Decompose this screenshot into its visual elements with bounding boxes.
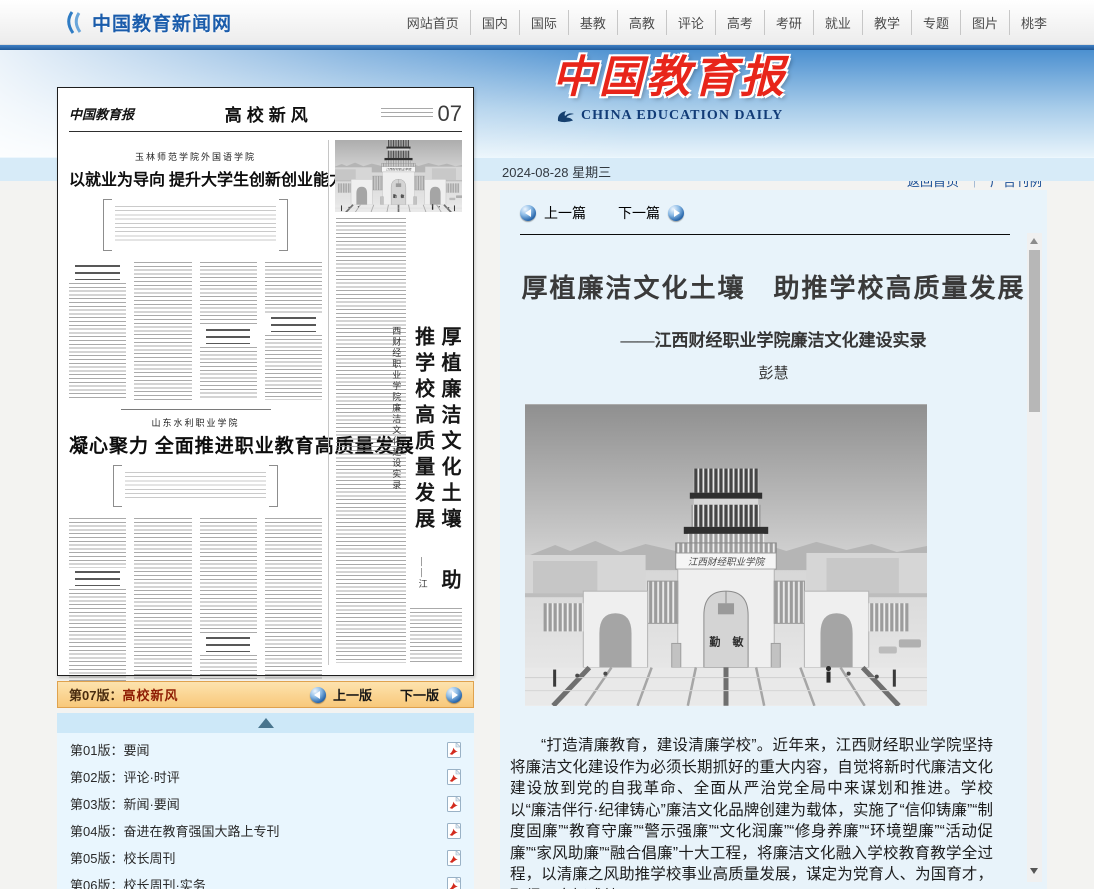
edition-label[interactable]: 第03版：新闻·要闻 <box>70 794 180 813</box>
site-nav: 网站首页国内国际基教高教评论高考考研就业教学专题图片桃李 <box>396 0 1058 45</box>
nav-item[interactable]: 专题 <box>911 10 960 35</box>
article-panel: 上一篇 下一篇 厚植廉洁文化土壤 助推学校高质量发展 ——江西财经职业学院廉洁文… <box>500 190 1047 889</box>
nav-item[interactable]: 教学 <box>862 10 911 35</box>
ced-leaf-icon <box>556 109 575 124</box>
title-rule <box>520 234 1010 235</box>
article1-kicker[interactable]: 玉林师范学院外国语学院 <box>69 150 322 163</box>
scrollbar-thumb[interactable] <box>1029 250 1040 412</box>
edition-row[interactable]: 第02版：评论·时评 <box>57 763 474 790</box>
paper-featured-article[interactable]: 厚植廉洁文化土壤 助推学校高质量发展 ——江西财经职业学院廉洁文化建设实录 <box>328 140 462 665</box>
pdf-icon[interactable] <box>447 769 461 785</box>
ced-logo-en: CHINA EDUCATION DAILY <box>581 108 783 124</box>
page-bar-prefix: 第07版： <box>69 685 122 704</box>
nav-item[interactable]: 图片 <box>960 10 1009 35</box>
edition-list-scroll-up[interactable] <box>57 713 474 733</box>
edition-row[interactable]: 第01版：要闻 <box>57 736 474 763</box>
page: 中国教育新闻网 网站首页国内国际基教高教评论高考考研就业教学专题图片桃李 中国教… <box>0 0 1094 889</box>
pdf-icon[interactable] <box>447 850 461 866</box>
paper-page-header: 中国教育报 高校新风 07 <box>69 96 462 132</box>
next-article-icon[interactable] <box>668 205 684 221</box>
scrollbar-up-arrow[interactable] <box>1030 238 1038 244</box>
next-page-icon[interactable] <box>446 687 462 703</box>
paper-column: 中国教育报 高校新风 07 玉林师范学院外国语学院 以就业为导向 提升大学生创新… <box>57 87 474 889</box>
nav-item[interactable]: 评论 <box>666 10 715 35</box>
page-bar-section: 高校新风 <box>122 685 178 704</box>
nav-item[interactable]: 网站首页 <box>396 10 470 35</box>
article-body: “打造清廉教育，建设清廉学校”。近年来，江西财经职业学院坚持将廉洁文化建设作为必… <box>510 735 993 889</box>
nav-item[interactable]: 国际 <box>519 10 568 35</box>
edition-label[interactable]: 第05版：校长周刊 <box>70 848 175 867</box>
pdf-icon[interactable] <box>447 796 461 812</box>
pdf-icon[interactable] <box>447 877 461 889</box>
featured-text-lines-bottom <box>410 608 462 663</box>
prev-page-button[interactable]: 上一版 <box>333 685 372 704</box>
page-bar: 第07版： 高校新风 上一版 下一版 <box>57 681 474 708</box>
page-bar-nav: 上一版 下一版 <box>310 685 462 704</box>
newspaper-page-preview[interactable]: 中国教育报 高校新风 07 玉林师范学院外国语学院 以就业为导向 提升大学生创新… <box>57 87 474 676</box>
edition-list: 第01版：要闻 第02版：评论·时评 第03版：新闻·要闻 <box>57 733 474 889</box>
article-divider <box>121 409 271 410</box>
nav-item[interactable]: 高考 <box>715 10 764 35</box>
prev-page-icon[interactable] <box>310 687 326 703</box>
article1-columns <box>69 262 322 400</box>
site-logo-icon <box>64 10 85 35</box>
site-header: 中国教育新闻网 网站首页国内国际基教高教评论高考考研就业教学专题图片桃李 <box>0 0 1094 45</box>
paper-meta-lines <box>381 108 433 119</box>
site-logo-text: 中国教育新闻网 <box>92 9 232 36</box>
ced-logo[interactable]: 中国教育报 CHINA EDUCATION DAILY <box>552 50 787 124</box>
panel-scrollbar[interactable] <box>1027 233 1042 882</box>
article2-intro-box <box>113 465 278 507</box>
article-title: 厚植廉洁文化土壤 助推学校高质量发展 <box>500 268 1047 305</box>
pdf-icon[interactable] <box>447 742 461 758</box>
site-logo[interactable]: 中国教育新闻网 <box>64 9 232 36</box>
featured-headline-line1: 厚植廉洁文化土壤 <box>438 326 460 534</box>
paper-brand: 中国教育报 <box>69 104 157 123</box>
nav-item[interactable]: 桃李 <box>1009 10 1058 35</box>
nav-item[interactable]: 考研 <box>764 10 813 35</box>
ced-logo-cn: 中国教育报 <box>552 50 787 105</box>
prev-article-icon[interactable] <box>520 205 536 221</box>
scrollbar-down-arrow[interactable] <box>1030 868 1038 874</box>
article1-headline[interactable]: 以就业为导向 提升大学生创新创业能力 <box>69 166 322 190</box>
nav-item[interactable]: 国内 <box>470 10 519 35</box>
paper-page-number: 07 <box>438 101 462 127</box>
paper-section-title: 高校新风 <box>157 101 381 126</box>
edition-row[interactable]: 第05版：校长周刊 <box>57 844 474 871</box>
nav-item[interactable]: 基教 <box>568 10 617 35</box>
edition-row[interactable]: 第06版：校长周刊·实务 <box>57 871 474 889</box>
featured-article-body: 厚植廉洁文化土壤 助推学校高质量发展 ——江西财经职业学院廉洁文化建设实录 <box>336 216 462 665</box>
nav-item[interactable]: 高教 <box>617 10 666 35</box>
next-article-button[interactable]: 下一篇 <box>618 203 660 223</box>
featured-thumb-photo <box>335 140 462 212</box>
ced-logo-en-row: CHINA EDUCATION DAILY <box>556 108 787 124</box>
triangle-up-icon <box>258 718 274 728</box>
edition-label[interactable]: 第04版：奋进在教育强国大路上专刊 <box>70 821 279 840</box>
article2-columns <box>69 518 322 690</box>
article-photo <box>525 404 927 706</box>
edition-label[interactable]: 第06版：校长周刊·实务 <box>70 875 206 889</box>
edition-row[interactable]: 第04版：奋进在教育强国大路上专刊 <box>57 817 474 844</box>
nav-item[interactable]: 就业 <box>813 10 862 35</box>
featured-vertical-headline[interactable]: 厚植廉洁文化土壤 助推学校高质量发展 ——江西财经职业学院廉洁文化建设实录 <box>383 326 462 598</box>
prev-article-button[interactable]: 上一篇 <box>544 203 586 223</box>
article-author: 彭慧 <box>500 362 1047 383</box>
article2-headline[interactable]: 凝心聚力 全面推进职业教育高质量发展 <box>69 431 322 458</box>
paper-meta: 07 <box>381 101 462 127</box>
paper-page-body: 玉林师范学院外国语学院 以就业为导向 提升大学生创新创业能力 山东水利职业学院 … <box>69 140 462 665</box>
article1-intro-box <box>103 199 288 251</box>
issue-date: 2024-08-28 星期三 <box>502 162 611 181</box>
article-nav: 上一篇 下一篇 <box>500 190 1047 223</box>
article-subtitle: ——江西财经职业学院廉洁文化建设实录 <box>500 326 1047 351</box>
paper-articles: 玉林师范学院外国语学院 以就业为导向 提升大学生创新创业能力 山东水利职业学院 … <box>69 140 322 665</box>
article2-kicker[interactable]: 山东水利职业学院 <box>69 416 322 429</box>
edition-label[interactable]: 第02版：评论·时评 <box>70 767 180 786</box>
next-page-button[interactable]: 下一版 <box>400 685 439 704</box>
pdf-icon[interactable] <box>447 823 461 839</box>
edition-label[interactable]: 第01版：要闻 <box>70 740 149 759</box>
edition-row[interactable]: 第03版：新闻·要闻 <box>57 790 474 817</box>
